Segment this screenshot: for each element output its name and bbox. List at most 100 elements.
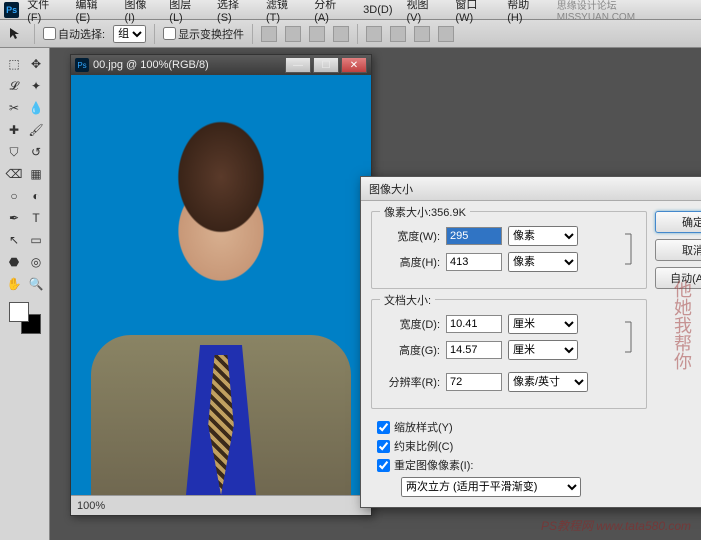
dodge-tool-icon[interactable]: ◐ (26, 186, 46, 206)
resolution-input[interactable] (446, 373, 502, 391)
move-tool-icon[interactable] (6, 24, 26, 44)
height-px-input[interactable] (446, 253, 502, 271)
width-cm-label: 宽度(D): (380, 316, 440, 332)
shape-tool-icon[interactable]: ▭ (26, 230, 46, 250)
constrain-input[interactable] (377, 440, 390, 453)
height-px-unit[interactable]: 像素 (508, 252, 578, 272)
ps-doc-icon: Ps (75, 58, 89, 72)
menu-select[interactable]: 选择(S) (211, 0, 258, 26)
scale-styles-checkbox[interactable]: 缩放样式(Y) (377, 419, 647, 435)
align-icon[interactable] (309, 26, 325, 42)
color-swatches[interactable] (4, 302, 45, 334)
hand-tool-icon[interactable]: ✋ (4, 274, 24, 294)
document-titlebar[interactable]: Ps 00.jpg @ 100%(RGB/8) — ☐ ✕ (71, 55, 371, 75)
separator (357, 24, 358, 44)
workspace: ⬚ ✥ 𝓛 ✦ ✂ 💧 ✚ 🖌 ⛉ ↺ ⌫ ▦ ○ ◐ ✒ T ↖ ▭ ⬣ ◎ … (0, 48, 701, 540)
auto-select-label: 自动选择: (58, 26, 105, 42)
type-tool-icon[interactable]: T (26, 208, 46, 228)
document-title: 00.jpg @ 100%(RGB/8) (93, 59, 209, 71)
eraser-tool-icon[interactable]: ⌫ (4, 164, 24, 184)
brush-tool-icon[interactable]: 🖌 (26, 120, 46, 140)
constrain-link-icon (622, 229, 638, 269)
document-size-legend: 文档大小: (380, 292, 435, 308)
stamp-tool-icon[interactable]: ⛉ (4, 142, 24, 162)
auto-select-dropdown[interactable]: 组 (113, 25, 146, 43)
crop-tool-icon[interactable]: ✂ (4, 98, 24, 118)
lasso-tool-icon[interactable]: 𝓛 (4, 76, 24, 96)
height-cm-unit[interactable]: 厘米 (508, 340, 578, 360)
scale-styles-input[interactable] (377, 421, 390, 434)
tool-panel: ⬚ ✥ 𝓛 ✦ ✂ 💧 ✚ 🖌 ⛉ ↺ ⌫ ▦ ○ ◐ ✒ T ↖ ▭ ⬣ ◎ … (0, 48, 50, 540)
dialog-title: 图像大小 (369, 181, 413, 197)
menu-3d[interactable]: 3D(D) (357, 2, 398, 18)
zoom-tool-icon[interactable]: 🔍 (26, 274, 46, 294)
menu-window[interactable]: 窗口(W) (449, 0, 499, 26)
height-px-label: 高度(H): (380, 254, 440, 270)
separator (252, 24, 253, 44)
menu-view[interactable]: 视图(V) (401, 0, 448, 26)
gradient-tool-icon[interactable]: ▦ (26, 164, 46, 184)
3d-tool-icon[interactable]: ⬣ (4, 252, 24, 272)
ps-app-icon: Ps (4, 2, 19, 18)
ok-button[interactable]: 确定 (655, 211, 701, 233)
constrain-link-icon (622, 317, 638, 357)
resolution-unit[interactable]: 像素/英寸 (508, 372, 588, 392)
width-cm-unit[interactable]: 厘米 (508, 314, 578, 334)
history-brush-icon[interactable]: ↺ (26, 142, 46, 162)
canvas-area: Ps 00.jpg @ 100%(RGB/8) — ☐ ✕ 100% 图像大小 (50, 48, 701, 540)
distribute-icon[interactable] (390, 26, 406, 42)
menu-analysis[interactable]: 分析(A) (308, 0, 355, 26)
distribute-icon[interactable] (438, 26, 454, 42)
align-icon[interactable] (285, 26, 301, 42)
wand-tool-icon[interactable]: ✦ (26, 76, 46, 96)
constrain-proportions-checkbox[interactable]: 约束比例(C) (377, 438, 647, 454)
move-tool-icon[interactable]: ✥ (26, 54, 46, 74)
interpolation-dropdown[interactable]: 两次立方 (适用于平滑渐变) (401, 477, 581, 497)
cancel-button[interactable]: 取消 (655, 239, 701, 261)
width-px-unit[interactable]: 像素 (508, 226, 578, 246)
constrain-label: 约束比例(C) (394, 438, 453, 454)
distribute-icon[interactable] (414, 26, 430, 42)
distribute-icon[interactable] (366, 26, 382, 42)
document-canvas[interactable] (71, 75, 371, 495)
separator (154, 24, 155, 44)
blur-tool-icon[interactable]: ○ (4, 186, 24, 206)
width-cm-input[interactable] (446, 315, 502, 333)
auto-select-checkbox[interactable]: 自动选择: (43, 26, 105, 42)
menu-image[interactable]: 图像(I) (118, 0, 161, 26)
show-transform-input[interactable] (163, 27, 176, 40)
menu-filter[interactable]: 滤镜(T) (260, 0, 306, 26)
header-watermark: 思缘设计论坛 MISSYUAN.COM (551, 0, 697, 25)
foreground-color-swatch[interactable] (9, 302, 29, 322)
minimize-button[interactable]: — (285, 57, 311, 73)
document-size-group: 文档大小: 宽度(D): 厘米 高度(G): (371, 299, 647, 409)
marquee-tool-icon[interactable]: ⬚ (4, 54, 24, 74)
resample-input[interactable] (377, 459, 390, 472)
scale-styles-label: 缩放样式(Y) (394, 419, 453, 435)
align-icon[interactable] (333, 26, 349, 42)
document-statusbar: 100% (71, 495, 371, 515)
heal-tool-icon[interactable]: ✚ (4, 120, 24, 140)
close-button[interactable]: ✕ (341, 57, 367, 73)
height-cm-input[interactable] (446, 341, 502, 359)
align-icon[interactable] (261, 26, 277, 42)
menu-help[interactable]: 帮助(H) (501, 0, 548, 26)
eyedropper-tool-icon[interactable]: 💧 (26, 98, 46, 118)
show-transform-checkbox[interactable]: 显示变换控件 (163, 26, 244, 42)
auto-select-input[interactable] (43, 27, 56, 40)
menu-layer[interactable]: 图层(L) (163, 0, 209, 26)
menu-file[interactable]: 文件(F) (21, 0, 67, 26)
pen-tool-icon[interactable]: ✒ (4, 208, 24, 228)
menubar: Ps 文件(F) 编辑(E) 图像(I) 图层(L) 选择(S) 滤镜(T) 分… (0, 0, 701, 20)
image-size-dialog: 图像大小 ✕ 像素大小:356.9K 宽度(W): (360, 176, 701, 508)
resample-checkbox[interactable]: 重定图像像素(I): (377, 457, 647, 473)
3d-camera-icon[interactable]: ◎ (26, 252, 46, 272)
path-tool-icon[interactable]: ↖ (4, 230, 24, 250)
dialog-titlebar[interactable]: 图像大小 ✕ (361, 177, 701, 201)
width-px-input[interactable] (446, 227, 502, 245)
maximize-button[interactable]: ☐ (313, 57, 339, 73)
zoom-level[interactable]: 100% (77, 500, 105, 512)
resample-label: 重定图像像素(I): (394, 457, 473, 473)
menu-edit[interactable]: 编辑(E) (70, 0, 117, 26)
auto-button[interactable]: 自动(A)... (655, 267, 701, 289)
